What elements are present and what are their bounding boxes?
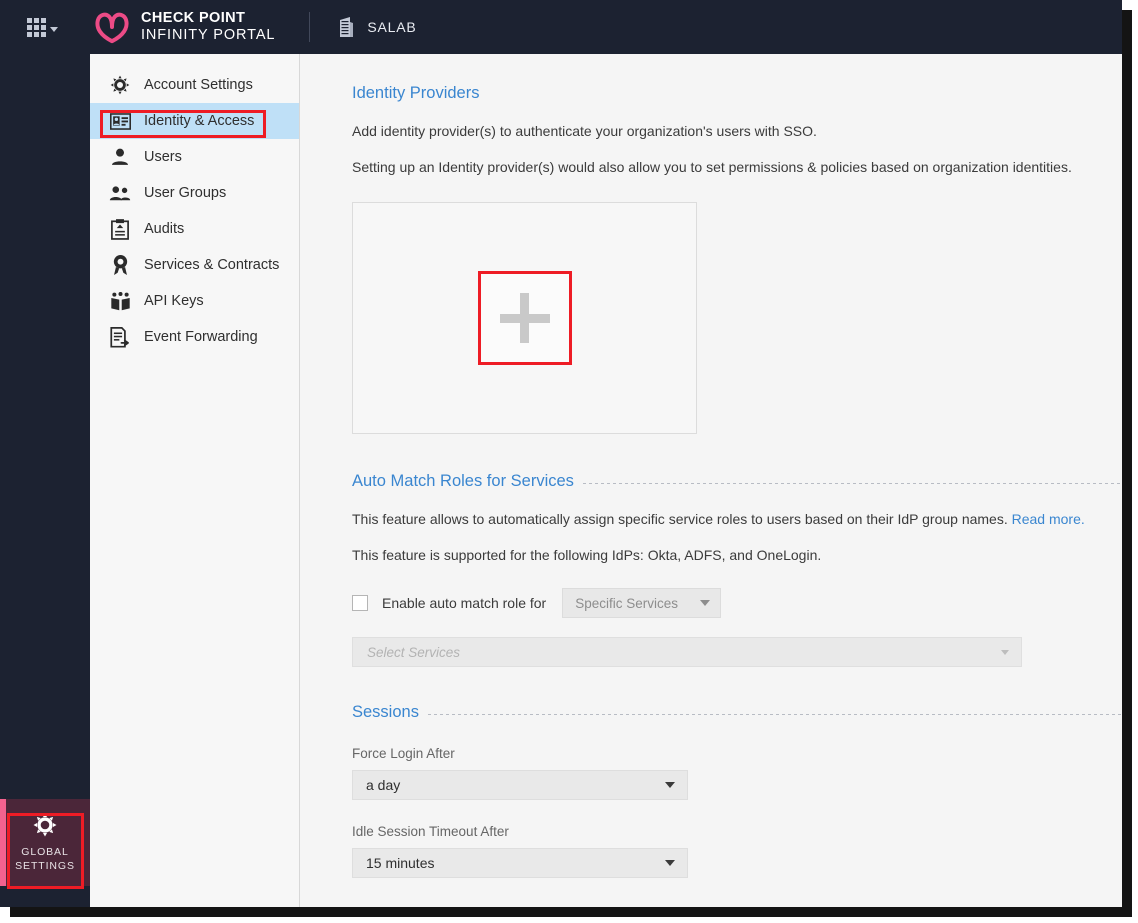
sidebar-item-account-settings[interactable]: Account Settings — [90, 67, 299, 103]
auto-match-title: Auto Match Roles for Services — [352, 472, 574, 490]
sidebar-item-users[interactable]: Users — [90, 139, 299, 175]
idle-timeout-label: Idle Session Timeout After — [352, 824, 509, 839]
global-settings-line-2: SETTINGS — [15, 860, 75, 872]
section-dotted-divider — [427, 713, 1122, 715]
tenant-name: SALAB — [367, 19, 417, 35]
sidebar-item-label: Identity & Access — [144, 113, 255, 129]
sidebar-item-api-keys[interactable]: API Keys — [90, 283, 299, 319]
settings-sidebar: Account Settings Identity & Access Users… — [90, 54, 300, 907]
idle-timeout-dropdown[interactable]: 15 minutes — [352, 848, 688, 878]
grid-apps-glyph — [27, 17, 46, 37]
global-settings-line-1: GLOBAL — [21, 846, 69, 858]
sidebar-item-label: Services & Contracts — [144, 257, 280, 273]
sidebar-item-label: Account Settings — [144, 77, 253, 93]
sidebar-item-label: Users — [144, 149, 182, 165]
gear-icon — [109, 74, 131, 96]
sidebar-item-list: Account Settings Identity & Access Users… — [90, 54, 299, 355]
force-login-dropdown[interactable]: a day — [352, 770, 688, 800]
sidebar-item-identity-access[interactable]: Identity & Access — [90, 103, 299, 139]
grid-apps-icon[interactable] — [27, 17, 58, 37]
enable-auto-match-label: Enable auto match role for — [382, 595, 547, 611]
brand-text: CHECK POINT INFINITY PORTAL — [141, 10, 275, 44]
force-login-label: Force Login After — [352, 746, 455, 761]
brand-line-1: CHECK POINT — [141, 10, 246, 26]
identity-providers-title: Identity Providers — [352, 84, 480, 102]
gear-icon — [33, 813, 57, 837]
header-divider — [309, 12, 311, 42]
enable-auto-match-checkbox[interactable] — [352, 595, 368, 611]
auto-match-control-row: Enable auto match role for Specific Serv… — [352, 588, 1122, 618]
checkpoint-infinity-logo-icon — [95, 12, 129, 44]
main-content: Identity Providers Add identity provider… — [300, 54, 1122, 907]
idle-timeout-value: 15 minutes — [366, 855, 435, 871]
brand-logo-group[interactable]: CHECK POINT INFINITY PORTAL — [93, 10, 275, 44]
sessions-section-header: Sessions — [352, 703, 1122, 722]
users-group-icon — [109, 182, 131, 204]
browser-window: CHECK POINT INFINITY PORTAL SALAB GLOBAL… — [0, 0, 1122, 907]
document-forward-icon — [109, 326, 131, 348]
add-identity-provider-button[interactable] — [477, 271, 572, 365]
auto-match-scope-value: Specific Services — [575, 595, 679, 611]
clipboard-icon — [109, 218, 131, 240]
sidebar-item-event-forwarding[interactable]: Event Forwarding — [90, 319, 299, 355]
section-dotted-divider — [582, 482, 1122, 484]
global-settings-button[interactable]: GLOBAL SETTINGS — [0, 799, 90, 886]
sidebar-item-label: User Groups — [144, 185, 227, 201]
chevron-down-icon — [665, 782, 675, 788]
api-keys-icon — [109, 290, 131, 312]
global-settings-accent-bar — [0, 799, 6, 886]
identity-providers-desc-2: Setting up an Identity provider(s) would… — [352, 159, 1072, 175]
sidebar-item-user-groups[interactable]: User Groups — [90, 175, 299, 211]
auto-match-scope-select[interactable]: Specific Services — [562, 588, 722, 618]
id-card-icon — [109, 110, 131, 132]
select-services-placeholder: Select Services — [367, 644, 461, 660]
sidebar-item-label: API Keys — [144, 293, 204, 309]
award-ribbon-icon — [109, 254, 131, 276]
sidebar-item-label: Event Forwarding — [144, 329, 258, 345]
sidebar-item-label: Audits — [144, 221, 185, 237]
left-rail: GLOBAL SETTINGS — [0, 54, 90, 907]
chevron-down-icon — [1001, 649, 1009, 655]
auto-match-desc-1-text: This feature allows to automatically ass… — [352, 511, 1008, 527]
building-icon — [340, 17, 354, 37]
tenant-selector[interactable]: SALAB — [336, 15, 416, 39]
identity-providers-desc-1: Add identity provider(s) to authenticate… — [352, 123, 817, 139]
sidebar-item-audits[interactable]: Audits — [90, 211, 299, 247]
brand-line-2: INFINITY PORTAL — [141, 27, 276, 43]
auto-match-desc-2: This feature is supported for the follow… — [352, 547, 822, 563]
auto-match-desc-1: This feature allows to automatically ass… — [352, 511, 1122, 527]
chevron-down-icon — [700, 600, 711, 606]
chevron-down-icon — [665, 860, 675, 866]
sessions-title: Sessions — [352, 703, 419, 721]
screenshot-root: CHECK POINT INFINITY PORTAL SALAB GLOBAL… — [0, 0, 1138, 923]
global-settings-label: GLOBAL SETTINGS — [15, 845, 75, 873]
top-header-bar: CHECK POINT INFINITY PORTAL SALAB — [0, 0, 1122, 54]
identity-providers-card — [352, 202, 697, 434]
chevron-down-icon — [50, 26, 58, 32]
select-services-dropdown[interactable]: Select Services — [352, 637, 1022, 667]
auto-match-section-header: Auto Match Roles for Services — [352, 472, 1122, 491]
plus-icon-vertical — [520, 293, 529, 343]
read-more-link[interactable]: Read more. — [1012, 511, 1085, 527]
force-login-value: a day — [366, 777, 401, 793]
user-icon — [109, 146, 131, 168]
sidebar-item-services-contracts[interactable]: Services & Contracts — [90, 247, 299, 283]
